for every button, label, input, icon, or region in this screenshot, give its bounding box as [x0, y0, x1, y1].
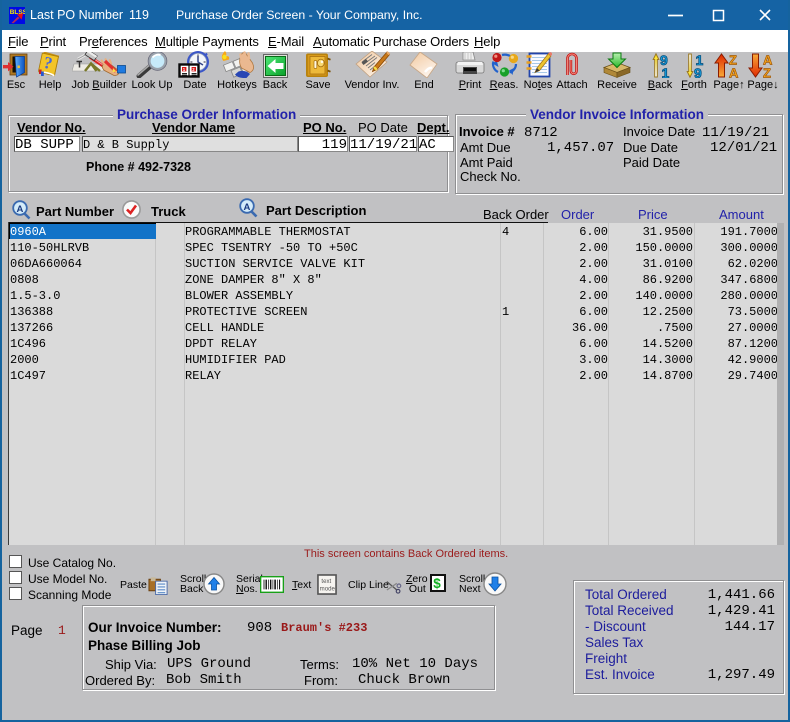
svg-text:A: A: [244, 202, 251, 213]
svg-text:$: $: [433, 576, 441, 591]
svg-text:A: A: [17, 204, 24, 215]
svg-text:text: text: [321, 578, 331, 585]
svg-text:Z: Z: [763, 66, 771, 79]
svg-text:mode: mode: [320, 586, 336, 593]
